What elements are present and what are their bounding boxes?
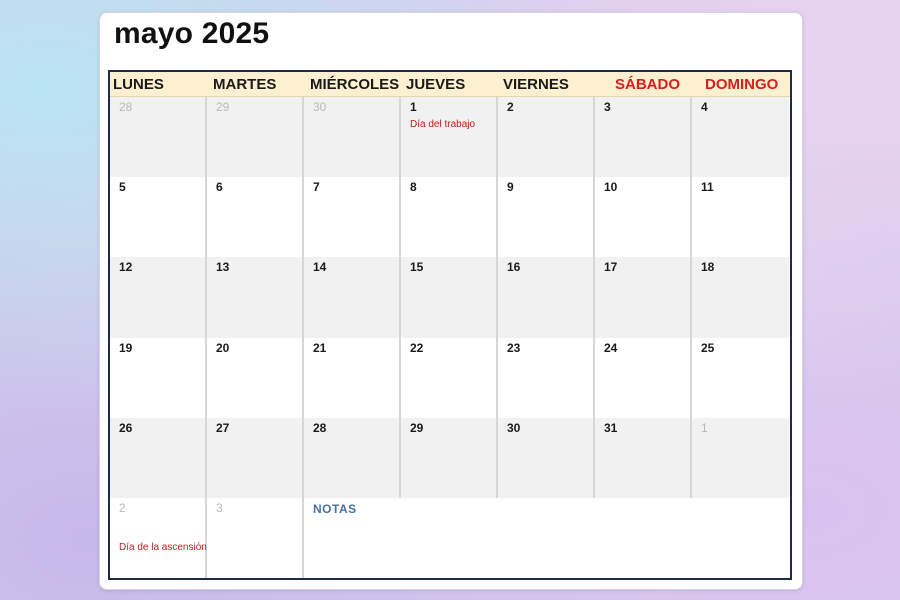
- calendar-grid: LUNES MARTES MIÉRCOLES JUEVES VIERNES SÁBADO D…: [108, 70, 792, 580]
- day-number: 12: [119, 260, 133, 275]
- day-cell[interactable]: 5: [110, 177, 207, 258]
- day-number: 29: [216, 100, 230, 114]
- day-cell[interactable]: 18: [692, 257, 789, 339]
- day-cell[interactable]: 10: [595, 177, 692, 258]
- day-cell[interactable]: 19: [110, 337, 207, 419]
- day-cell[interactable]: 1: [692, 417, 789, 499]
- day-number: 26: [119, 420, 133, 435]
- day-cell[interactable]: 7: [304, 177, 401, 258]
- day-number: 9: [507, 180, 514, 195]
- day-cell[interactable]: 11: [692, 177, 789, 258]
- day-cell[interactable]: 25: [692, 337, 789, 419]
- weekday-6: SÁBADO: [615, 76, 681, 93]
- day-cell[interactable]: 29: [207, 97, 304, 178]
- day-cell[interactable]: 3: [595, 97, 692, 178]
- day-cell[interactable]: 30: [498, 417, 595, 499]
- day-number: 11: [701, 180, 714, 195]
- day-number: 15: [410, 260, 424, 275]
- day-number: 27: [216, 420, 230, 435]
- day-number: 18: [701, 260, 715, 275]
- day-cell[interactable]: 2 Día de la ascensión: [110, 498, 207, 578]
- weekday-7: DOMINGO: [705, 76, 779, 93]
- day-cell[interactable]: 22: [401, 337, 498, 419]
- day-number: 28: [313, 420, 327, 435]
- day-cell[interactable]: 8: [401, 177, 498, 258]
- day-number: 4: [701, 100, 708, 114]
- day-cell[interactable]: 13: [207, 257, 304, 339]
- day-number: 8: [410, 180, 417, 195]
- day-cell[interactable]: 21: [304, 337, 401, 419]
- day-number: 20: [216, 340, 230, 355]
- day-cell[interactable]: 24: [595, 337, 692, 419]
- day-number: 28: [119, 100, 133, 114]
- day-cell[interactable]: 23: [498, 337, 595, 419]
- calendar-card: mayo 2025 LUNES MARTES MIÉRCOLES JUEVES VIER…: [99, 12, 803, 590]
- day-number: 31: [604, 420, 618, 435]
- day-cell[interactable]: 6: [207, 177, 304, 258]
- day-cell[interactable]: 2: [498, 97, 595, 178]
- day-number: 21: [313, 340, 327, 355]
- weekday-3: MIÉRCOLES: [310, 76, 400, 93]
- day-cell[interactable]: 29: [401, 417, 498, 499]
- day-number: 30: [313, 100, 327, 114]
- day-cell[interactable]: 20: [207, 337, 304, 419]
- day-number: 3: [216, 501, 223, 515]
- day-number: 17: [604, 260, 618, 275]
- page-title: mayo 2025: [114, 17, 270, 50]
- day-number: 16: [507, 260, 521, 275]
- day-number: 10: [604, 180, 618, 195]
- day-number: 19: [119, 340, 133, 355]
- day-cell[interactable]: 31: [595, 417, 692, 499]
- day-number: 14: [313, 260, 327, 275]
- day-number: 1: [410, 100, 417, 114]
- day-cell[interactable]: 4: [692, 97, 789, 178]
- notes-label: NOTAS: [313, 502, 357, 516]
- day-cell[interactable]: 9: [498, 177, 595, 258]
- holiday-label: Día del trabajo: [410, 119, 476, 130]
- day-number: 30: [507, 420, 521, 435]
- day-cell[interactable]: 12: [110, 257, 207, 339]
- day-number: 13: [216, 260, 230, 275]
- day-cell[interactable]: 27: [207, 417, 304, 499]
- day-number: 25: [701, 340, 715, 355]
- day-number: 1: [701, 420, 708, 435]
- day-number: 7: [313, 180, 320, 195]
- weekday-1: LUNES: [113, 76, 164, 93]
- day-cell[interactable]: 14: [304, 257, 401, 339]
- weekday-4: JUEVES: [406, 76, 466, 93]
- day-cell[interactable]: 26: [110, 417, 207, 499]
- day-cell[interactable]: 28: [110, 97, 207, 178]
- day-number: 5: [119, 180, 126, 195]
- day-cell[interactable]: 30: [304, 97, 401, 178]
- day-number: 3: [604, 100, 611, 114]
- day-number: 2: [119, 501, 126, 515]
- day-cell[interactable]: 3: [207, 498, 304, 578]
- holiday-label: Día de la ascensión: [119, 542, 207, 553]
- day-cell[interactable]: 16: [498, 257, 595, 339]
- weekday-header: LUNES MARTES MIÉRCOLES JUEVES VIERNES SÁBADO D…: [110, 72, 790, 97]
- weekday-2: MARTES: [213, 76, 277, 93]
- day-number: 24: [604, 340, 618, 355]
- day-cell[interactable]: 15: [401, 257, 498, 339]
- day-cell[interactable]: 1 Día del trabajo: [401, 97, 498, 178]
- day-number: 2: [507, 100, 514, 114]
- weekday-5: VIERNES: [503, 76, 569, 93]
- day-cell[interactable]: 17: [595, 257, 692, 339]
- day-cell[interactable]: 28: [304, 417, 401, 499]
- day-number: 22: [410, 340, 424, 355]
- day-number: 6: [216, 180, 223, 195]
- day-number: 29: [410, 420, 424, 435]
- day-number: 23: [507, 340, 521, 355]
